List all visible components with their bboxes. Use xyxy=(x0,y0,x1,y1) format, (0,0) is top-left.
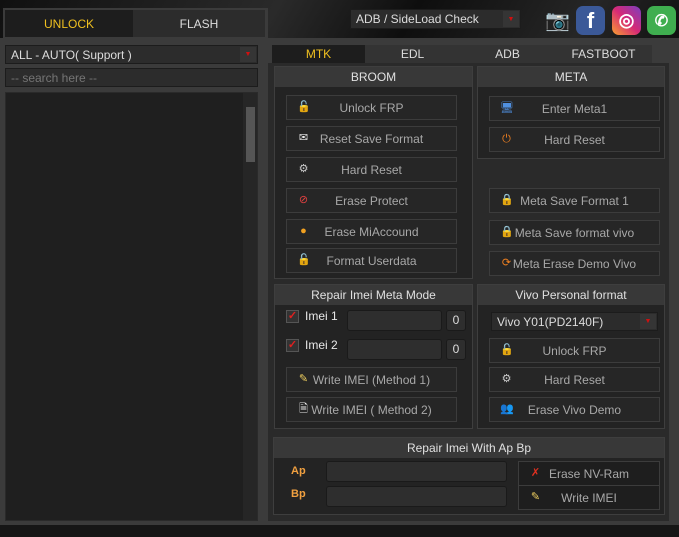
write-imei-method1-button[interactable]: ✎ Write IMEI (Method 1) xyxy=(286,367,457,392)
imei1-label: Imei 1 xyxy=(305,309,338,323)
bp-label: Bp xyxy=(291,488,306,500)
brand-select[interactable]: ALL - AUTO( Support ) ▼ xyxy=(5,45,258,64)
whatsapp-icon[interactable]: ✆ xyxy=(647,6,676,35)
write-imei-button[interactable]: ✎ Write IMEI xyxy=(518,485,660,510)
list-scrollbar[interactable] xyxy=(243,93,257,520)
write-imei-method2-button[interactable]: 🗎 Write IMEI ( Method 2) xyxy=(286,397,457,422)
repair-imei-meta-title: Repair Imei Meta Mode xyxy=(275,285,472,305)
imei1-input[interactable] xyxy=(347,310,442,331)
imei2-label: Imei 2 xyxy=(305,338,338,352)
lock-icon: 🔒 xyxy=(500,226,514,238)
tab-fastboot[interactable]: FASTBOOT xyxy=(555,45,652,63)
note-check-icon: ✎ xyxy=(530,491,541,503)
shield-icon: ⊘ xyxy=(298,194,309,206)
lock-icon: 🔒 xyxy=(500,194,514,206)
broom-unlock-frp-button[interactable]: 🔓 Unlock FRP xyxy=(286,95,457,120)
imei2-count: 0 xyxy=(446,339,466,360)
search-input[interactable] xyxy=(5,68,258,87)
chevron-down-icon: ▼ xyxy=(503,11,519,27)
unlock-icon: 🔓 xyxy=(297,254,311,266)
vivo-unlock-frp-button[interactable]: 🔓 Unlock FRP xyxy=(489,338,660,363)
document-add-icon: 🗎 xyxy=(299,403,308,415)
scrollbar-thumb[interactable] xyxy=(246,107,255,162)
enter-meta1-button[interactable]: 🖥 Enter Meta1 xyxy=(489,96,660,121)
imei1-count: 0 xyxy=(446,310,466,331)
chevron-down-icon: ▼ xyxy=(240,47,256,62)
bp-input[interactable] xyxy=(326,486,507,507)
vivo-model-value: Vivo Y01(PD2140F) xyxy=(497,314,604,329)
erase-miaccount-button[interactable]: ● Erase MiAccound xyxy=(286,219,457,244)
brand-select-value: ALL - AUTO( Support ) xyxy=(11,47,132,62)
meta-save-format-1-button[interactable]: 🔒 Meta Save Format 1 xyxy=(489,188,660,213)
adb-sideload-dropdown[interactable]: ADB / SideLoad Check ▼ xyxy=(350,9,521,29)
note-delete-icon: ✗ xyxy=(530,467,541,479)
instagram-icon[interactable]: ◎ xyxy=(612,6,641,35)
rss-icon: ● xyxy=(300,225,307,237)
vivo-title: Vivo Personal format xyxy=(478,285,664,305)
unlock-icon: 🔓 xyxy=(297,101,311,113)
vivo-hard-reset-button[interactable]: ⚙ Hard Reset xyxy=(489,367,660,392)
meta-erase-demo-vivo-button[interactable]: ⟳ Meta Erase Demo Vivo xyxy=(489,251,660,276)
users-icon: 👥 xyxy=(500,403,514,415)
imei2-checkbox[interactable]: ✓ xyxy=(286,339,299,352)
vivo-model-select[interactable]: Vivo Y01(PD2140F) ▼ xyxy=(491,312,658,331)
imei2-input[interactable] xyxy=(347,339,442,360)
model-list[interactable] xyxy=(5,92,258,521)
facebook-icon[interactable]: f xyxy=(576,6,605,35)
camera-icon[interactable]: 📷 xyxy=(543,6,572,35)
tab-adb[interactable]: ADB xyxy=(460,45,555,63)
refresh-icon: ⟳ xyxy=(501,257,512,269)
meta-save-format-vivo-button[interactable]: 🔒 Meta Save format vivo xyxy=(489,220,660,245)
ap-input[interactable] xyxy=(326,461,507,482)
broom-hard-reset-button[interactable]: ⚙ Hard Reset xyxy=(286,157,457,182)
tab-unlock[interactable]: UNLOCK xyxy=(5,10,133,37)
tab-edl[interactable]: EDL xyxy=(365,45,460,63)
imei1-checkbox[interactable]: ✓ xyxy=(286,310,299,323)
unlock-icon: 🔓 xyxy=(500,344,514,356)
erase-vivo-demo-button[interactable]: 👥 Erase Vivo Demo xyxy=(489,397,660,422)
format-userdata-button[interactable]: 🔓 Format Userdata xyxy=(286,248,457,273)
gear-icon: ⚙ xyxy=(298,163,309,175)
reset-save-format-button[interactable]: ✉ Reset Save Format xyxy=(286,126,457,151)
computer-icon: 🖥 xyxy=(500,102,514,114)
erase-nvram-button[interactable]: ✗ Erase NV-Ram xyxy=(518,461,660,486)
gear-icon: ⚙ xyxy=(501,373,512,385)
adb-sideload-value: ADB / SideLoad Check xyxy=(356,12,479,26)
tab-mtk[interactable]: MTK xyxy=(272,45,365,63)
meta-hard-reset-button[interactable]: ⏻ Hard Reset xyxy=(489,127,660,152)
broom-title: BROOM xyxy=(275,67,472,87)
erase-protect-button[interactable]: ⊘ Erase Protect xyxy=(286,188,457,213)
apbp-title: Repair Imei With Ap Bp xyxy=(274,438,664,458)
chevron-down-icon: ▼ xyxy=(640,314,656,329)
tab-flash[interactable]: FLASH xyxy=(133,10,265,37)
meta-title: META xyxy=(478,67,664,87)
ap-label: Ap xyxy=(291,465,306,477)
envelope-icon: ✉ xyxy=(298,132,309,144)
note-icon: ✎ xyxy=(298,373,309,385)
power-icon: ⏻ xyxy=(502,133,511,145)
